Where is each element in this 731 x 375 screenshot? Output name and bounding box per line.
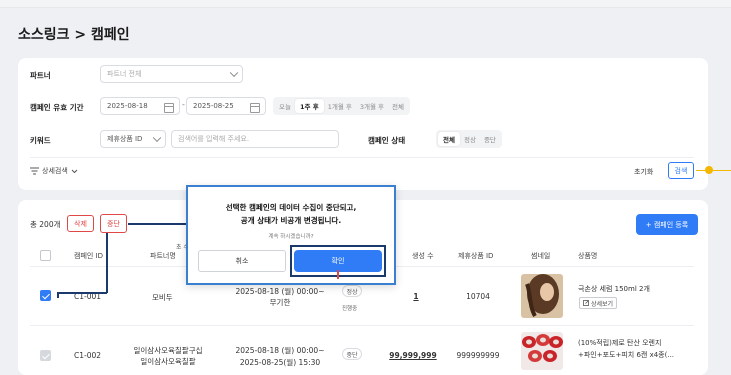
filter-divider (30, 157, 694, 158)
period-label: 캠페인 유효 기간 (30, 103, 84, 112)
col-product-id: 제휴상품 ID (458, 252, 494, 260)
confirm-label: 확인 (331, 257, 345, 265)
status-badge: 정상 (342, 285, 362, 297)
start-date-value: 2025-08-18 (107, 102, 148, 110)
chevron-down-icon (152, 133, 162, 143)
select-all-checkbox[interactable] (40, 250, 51, 261)
cancel-label: 취소 (235, 257, 249, 265)
period-3month[interactable]: 3개월 후 (356, 101, 388, 111)
row-checkbox[interactable] (40, 350, 51, 361)
col-thumbnail: 썸네일 (531, 252, 551, 260)
period-1month[interactable]: 1개월 후 (324, 101, 356, 111)
calendar-icon (164, 103, 174, 113)
col-partner: 파트너명 (150, 252, 176, 260)
product-detail-label: 상세보기 (591, 300, 614, 308)
keyword-placeholder: 검색어를 입력해 주세요. (178, 135, 250, 143)
product-name: (10%적립)제로 탄산 오렌지 (578, 339, 662, 347)
stop-button[interactable]: 중단 (100, 214, 127, 233)
col-created-count: 생성 수 (412, 252, 434, 260)
status-badge: 중단 (342, 348, 362, 360)
period-1week[interactable]: 1주 후 (294, 99, 324, 113)
calendar-icon (250, 103, 260, 113)
campaign-period-start: 2025-08-18 (월) 00:00~ (235, 287, 325, 296)
period-all[interactable]: 전체 (388, 101, 408, 111)
table-row[interactable]: C1-002 일이삼사오육칠팔구십 일이삼사오육칠팔 2025-08-18 (월… (30, 330, 694, 370)
delete-button[interactable]: 삭제 (67, 215, 94, 232)
product-name-line2: +파인+포도+피치 6캔 x4종(... (578, 351, 675, 359)
cancel-button[interactable]: 취소 (198, 250, 286, 272)
dialog-message-line1: 선택한 캠페인의 데이터 수집이 중단되고, (225, 203, 357, 212)
campaign-period-start: 2025-08-18 (월) 00:00~ (235, 346, 325, 355)
partner-name: 모비두 (152, 293, 173, 302)
dialog-message-line2: 공개 상태가 비공개 변경됩니다. (240, 216, 342, 225)
product-id: 999999999 (456, 351, 500, 360)
status-all[interactable]: 전체 (438, 132, 460, 146)
annotation-line (57, 292, 59, 298)
red-pointer-line (337, 270, 339, 279)
total-count: 총 200개 (30, 220, 61, 229)
chevron-down-icon (229, 68, 239, 78)
end-date-input[interactable]: 2025-08-25 (186, 97, 266, 115)
status-subtext: 진행중 (342, 306, 358, 312)
external-link-icon (583, 300, 589, 306)
partner-name-line2: 일이삼사오육칠팔 (140, 357, 196, 366)
dialog-question: 계속 하시겠습니까? (268, 234, 314, 240)
product-id: 10704 (466, 292, 490, 301)
annotation-line (57, 292, 107, 294)
product-detail-button[interactable]: 상세보기 (579, 297, 618, 309)
created-count-link[interactable]: 1 (412, 292, 420, 301)
product-thumbnail (521, 274, 563, 318)
col-campaign-id: 캠페인 ID (74, 252, 103, 260)
reset-button[interactable]: 초기화 (634, 167, 653, 177)
status-stopped[interactable]: 중단 (480, 134, 500, 144)
col-product-name: 상품명 (578, 252, 598, 260)
partner-select-value: 파트너 전체 (107, 70, 142, 78)
chevron-down-icon (71, 169, 78, 173)
register-campaign-button[interactable]: + 캠페인 등록 (636, 214, 698, 235)
annotation-line (106, 233, 108, 293)
keyword-input[interactable]: 검색어를 입력해 주세요. (171, 130, 339, 148)
partner-label: 파트너 (30, 71, 51, 80)
row-checkbox[interactable] (40, 290, 51, 301)
confirm-dialog: 선택한 캠페인의 데이터 수집이 중단되고, 공개 상태가 비공개 변경됩니다.… (186, 185, 396, 285)
end-date-value: 2025-08-25 (193, 102, 234, 110)
status-segment: 전체 정상 중단 (436, 130, 502, 148)
marker-dot (705, 166, 713, 174)
keyword-field-select[interactable]: 제휴상품 ID (100, 130, 166, 148)
filter-lines-icon (30, 167, 39, 175)
period-today[interactable]: 오늘 (275, 101, 295, 111)
marker-line (713, 170, 731, 171)
campaign-id: C1-002 (74, 351, 102, 360)
top-strip (0, 0, 731, 8)
confirm-button[interactable]: 확인 (294, 250, 382, 272)
keyword-field-value: 제휴상품 ID (107, 135, 143, 143)
status-label: 캠페인 상태 (368, 136, 406, 145)
created-count-link[interactable]: 99,999,999 (388, 351, 438, 360)
campaign-period-end: 무기한 (269, 298, 291, 307)
page-title: 소스링크 > 캠페인 (18, 27, 130, 43)
status-normal[interactable]: 정상 (460, 134, 480, 144)
detail-search-label: 상세검색 (42, 167, 68, 175)
product-name: 극손상 세럼 150ml 2개 (578, 285, 650, 293)
keyword-label: 키워드 (30, 136, 51, 145)
campaign-period-end: 2025-08-25(월) 15:30 (239, 358, 321, 367)
product-thumbnail (521, 332, 563, 370)
period-quick-select: 오늘 1주 후 1개월 후 3개월 후 전체 (273, 97, 410, 115)
row-divider (30, 325, 694, 326)
detail-search-toggle[interactable]: 상세검색 (30, 166, 78, 176)
date-range-separator: - (182, 100, 185, 109)
partner-name: 일이삼사오육칠팔구십 (133, 346, 203, 355)
partner-select[interactable]: 파트너 전체 (100, 65, 243, 83)
search-button[interactable]: 검색 (668, 162, 694, 179)
start-date-input[interactable]: 2025-08-18 (100, 97, 180, 115)
